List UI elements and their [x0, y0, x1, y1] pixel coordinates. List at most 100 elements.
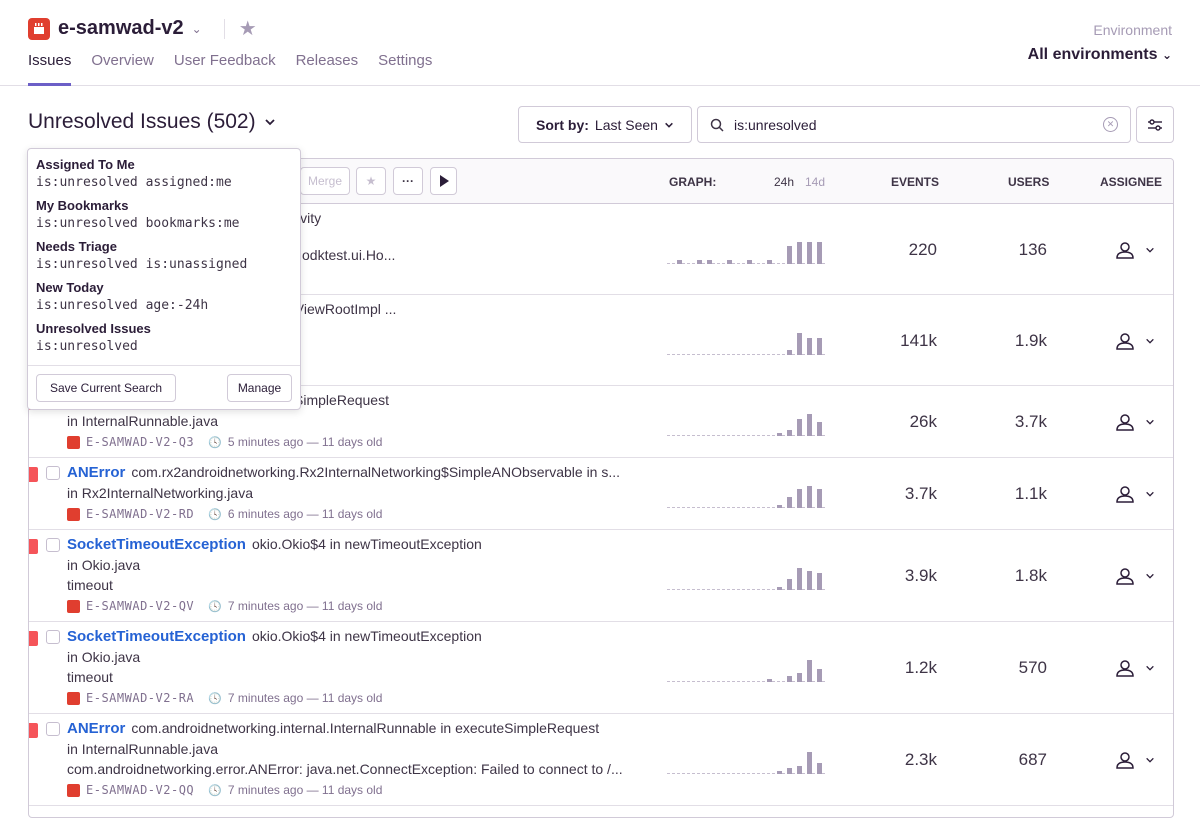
manage-saved-searches-button[interactable]: Manage — [227, 374, 292, 402]
sparkline-bar — [807, 752, 812, 774]
sparkline-bar — [817, 573, 822, 590]
issue-checkbox[interactable] — [46, 538, 60, 552]
assignee-selector[interactable] — [1115, 566, 1155, 586]
issue-checkbox[interactable] — [46, 722, 60, 736]
play-realtime-button[interactable] — [430, 167, 457, 195]
events-count: 1.2k — [904, 658, 937, 677]
tab-overview[interactable]: Overview — [91, 52, 154, 86]
project-logo-icon — [67, 783, 80, 797]
project-logo-icon — [67, 691, 80, 705]
user-icon — [1116, 241, 1134, 259]
sparkline-bar — [817, 422, 822, 436]
issue-meta: E-SAMWAD-V2-RD 🕓 6 minutes ago — 11 days o… — [67, 507, 382, 521]
assignee-selector[interactable] — [1115, 750, 1155, 770]
issue-row[interactable]: SocketTimeoutException okio.Okio$4 in new… — [29, 530, 1173, 622]
tab-settings[interactable]: Settings — [378, 52, 432, 86]
sparkline-bar — [807, 414, 812, 436]
save-current-search-button[interactable]: Save Current Search — [36, 374, 176, 402]
issue-short-id[interactable]: E-SAMWAD-V2-RD — [86, 507, 194, 521]
users-count: 1.1k — [1014, 484, 1047, 503]
chevron-down-icon — [264, 119, 275, 126]
star-icon[interactable]: ★ — [239, 16, 257, 41]
user-icon — [1116, 486, 1134, 503]
issue-culprit: okio.Okio$4 in newTimeoutException — [251, 536, 482, 552]
issue-title[interactable]: ANError — [67, 464, 125, 481]
users-count: 687 — [1018, 750, 1047, 769]
filter-settings-button[interactable] — [1136, 106, 1174, 143]
issue-location: in Okio.java — [67, 649, 141, 665]
saved-searches-footer: Save Current Search Manage — [28, 365, 300, 409]
sparkline-bar — [787, 497, 792, 508]
sparkline-bar — [747, 259, 752, 264]
sparkline-bar — [797, 673, 802, 682]
issue-meta: E-SAMWAD-V2-Q3 🕓 5 minutes ago — 11 days o… — [67, 435, 382, 449]
issue-title[interactable]: SocketTimeoutException — [67, 536, 246, 553]
sort-dropdown[interactable]: Sort by: Last Seen — [518, 106, 692, 143]
level-indicator — [29, 631, 38, 646]
saved-search-query: is:unresolved age:-24h — [36, 298, 209, 313]
period-14d-toggle[interactable]: 14d — [805, 175, 825, 189]
project-logo-icon — [67, 435, 80, 449]
issue-culprit: okio.Okio$4 in newTimeoutException — [251, 628, 482, 644]
period-24h-toggle[interactable]: 24h — [774, 175, 794, 189]
issue-location: in InternalRunnable.java — [67, 413, 218, 429]
issue-checkbox[interactable] — [46, 630, 60, 644]
users-count: 570 — [1018, 658, 1047, 677]
issue-meta: E-SAMWAD-V2-QV 🕓 7 minutes ago — 11 days o… — [67, 599, 382, 613]
assignee-selector[interactable] — [1115, 412, 1155, 432]
issue-short-id[interactable]: E-SAMWAD-V2-QQ — [86, 783, 194, 797]
issue-row[interactable]: ANError com.rx2androidnetworking.Rx2Inter… — [29, 458, 1173, 530]
issue-short-id[interactable]: E-SAMWAD-V2-Q3 — [86, 435, 194, 449]
chevron-down-icon — [1146, 757, 1154, 763]
sparkline-bar — [817, 241, 822, 264]
users-count: 3.7k — [1014, 412, 1047, 431]
tab-issues[interactable]: Issues — [28, 52, 72, 86]
bookmark-star-button[interactable]: ★ — [356, 167, 386, 195]
issue-title[interactable]: ANError — [67, 720, 125, 737]
assignee-selector[interactable] — [1115, 484, 1155, 504]
graph-header: GRAPH: — [669, 175, 717, 189]
issue-title[interactable]: SocketTimeoutException — [67, 628, 246, 645]
saved-search-name: Assigned To Me — [36, 157, 135, 172]
tab-releases[interactable]: Releases — [296, 52, 359, 86]
saved-search-item[interactable]: New Today is:unresolved age:-24h — [28, 280, 216, 313]
project-name: e-samwad-v2 — [58, 17, 184, 39]
sparkline-bar — [787, 349, 792, 355]
search-input[interactable]: is:unresolved ✕ — [697, 106, 1131, 143]
sparkline-bar — [817, 489, 822, 508]
sparkline-bar — [797, 766, 802, 774]
saved-search-item[interactable]: Unresolved Issues is:unresolved — [28, 321, 159, 354]
sparkline-bar — [797, 419, 802, 436]
saved-search-item[interactable]: My Bookmarks is:unresolved bookmarks:me — [28, 198, 248, 231]
saved-search-name: Needs Triage — [36, 239, 117, 254]
page-title-dropdown[interactable]: Unresolved Issues (502) — [28, 110, 276, 134]
clear-icon[interactable]: ✕ — [1103, 117, 1118, 132]
project-selector[interactable]: e-samwad-v2 ⌄ ★ — [28, 16, 257, 41]
sparkline-bar — [697, 259, 702, 264]
issue-row[interactable]: ANError com.androidnetworking.internal.In… — [29, 714, 1173, 806]
tab-user-feedback[interactable]: User Feedback — [174, 52, 276, 86]
user-icon — [1116, 568, 1134, 585]
assignee-selector[interactable] — [1115, 240, 1155, 260]
saved-search-item[interactable]: Needs Triage is:unresolved is:unassigned — [28, 239, 255, 272]
sparkline-bar — [767, 679, 772, 682]
sparkline-bar — [727, 259, 732, 264]
saved-search-item[interactable]: Assigned To Me is:unresolved assigned:me — [28, 157, 240, 190]
chevron-down-icon — [1146, 573, 1154, 579]
issue-short-id[interactable]: E-SAMWAD-V2-RA — [86, 691, 194, 705]
assignee-selector[interactable] — [1115, 658, 1155, 678]
issue-checkbox[interactable] — [46, 466, 60, 480]
environment-selector[interactable]: Environment All environments ⌄ — [1028, 22, 1172, 64]
sparkline-bar — [777, 587, 782, 590]
issue-row[interactable]: SocketTimeoutException okio.Okio$4 in new… — [29, 622, 1173, 714]
chevron-down-icon: ⌄ — [191, 21, 202, 36]
merge-button[interactable]: Merge — [300, 167, 350, 195]
issue-short-id[interactable]: E-SAMWAD-V2-QV — [86, 599, 194, 613]
project-logo-icon — [67, 599, 80, 613]
issue-location: in Rx2InternalNetworking.java — [67, 485, 253, 501]
sparkline-bar — [797, 241, 802, 264]
more-actions-button[interactable]: ··· — [393, 167, 423, 195]
sparkline-bar — [817, 669, 822, 682]
events-count: 26k — [909, 412, 937, 431]
assignee-selector[interactable] — [1115, 331, 1155, 351]
